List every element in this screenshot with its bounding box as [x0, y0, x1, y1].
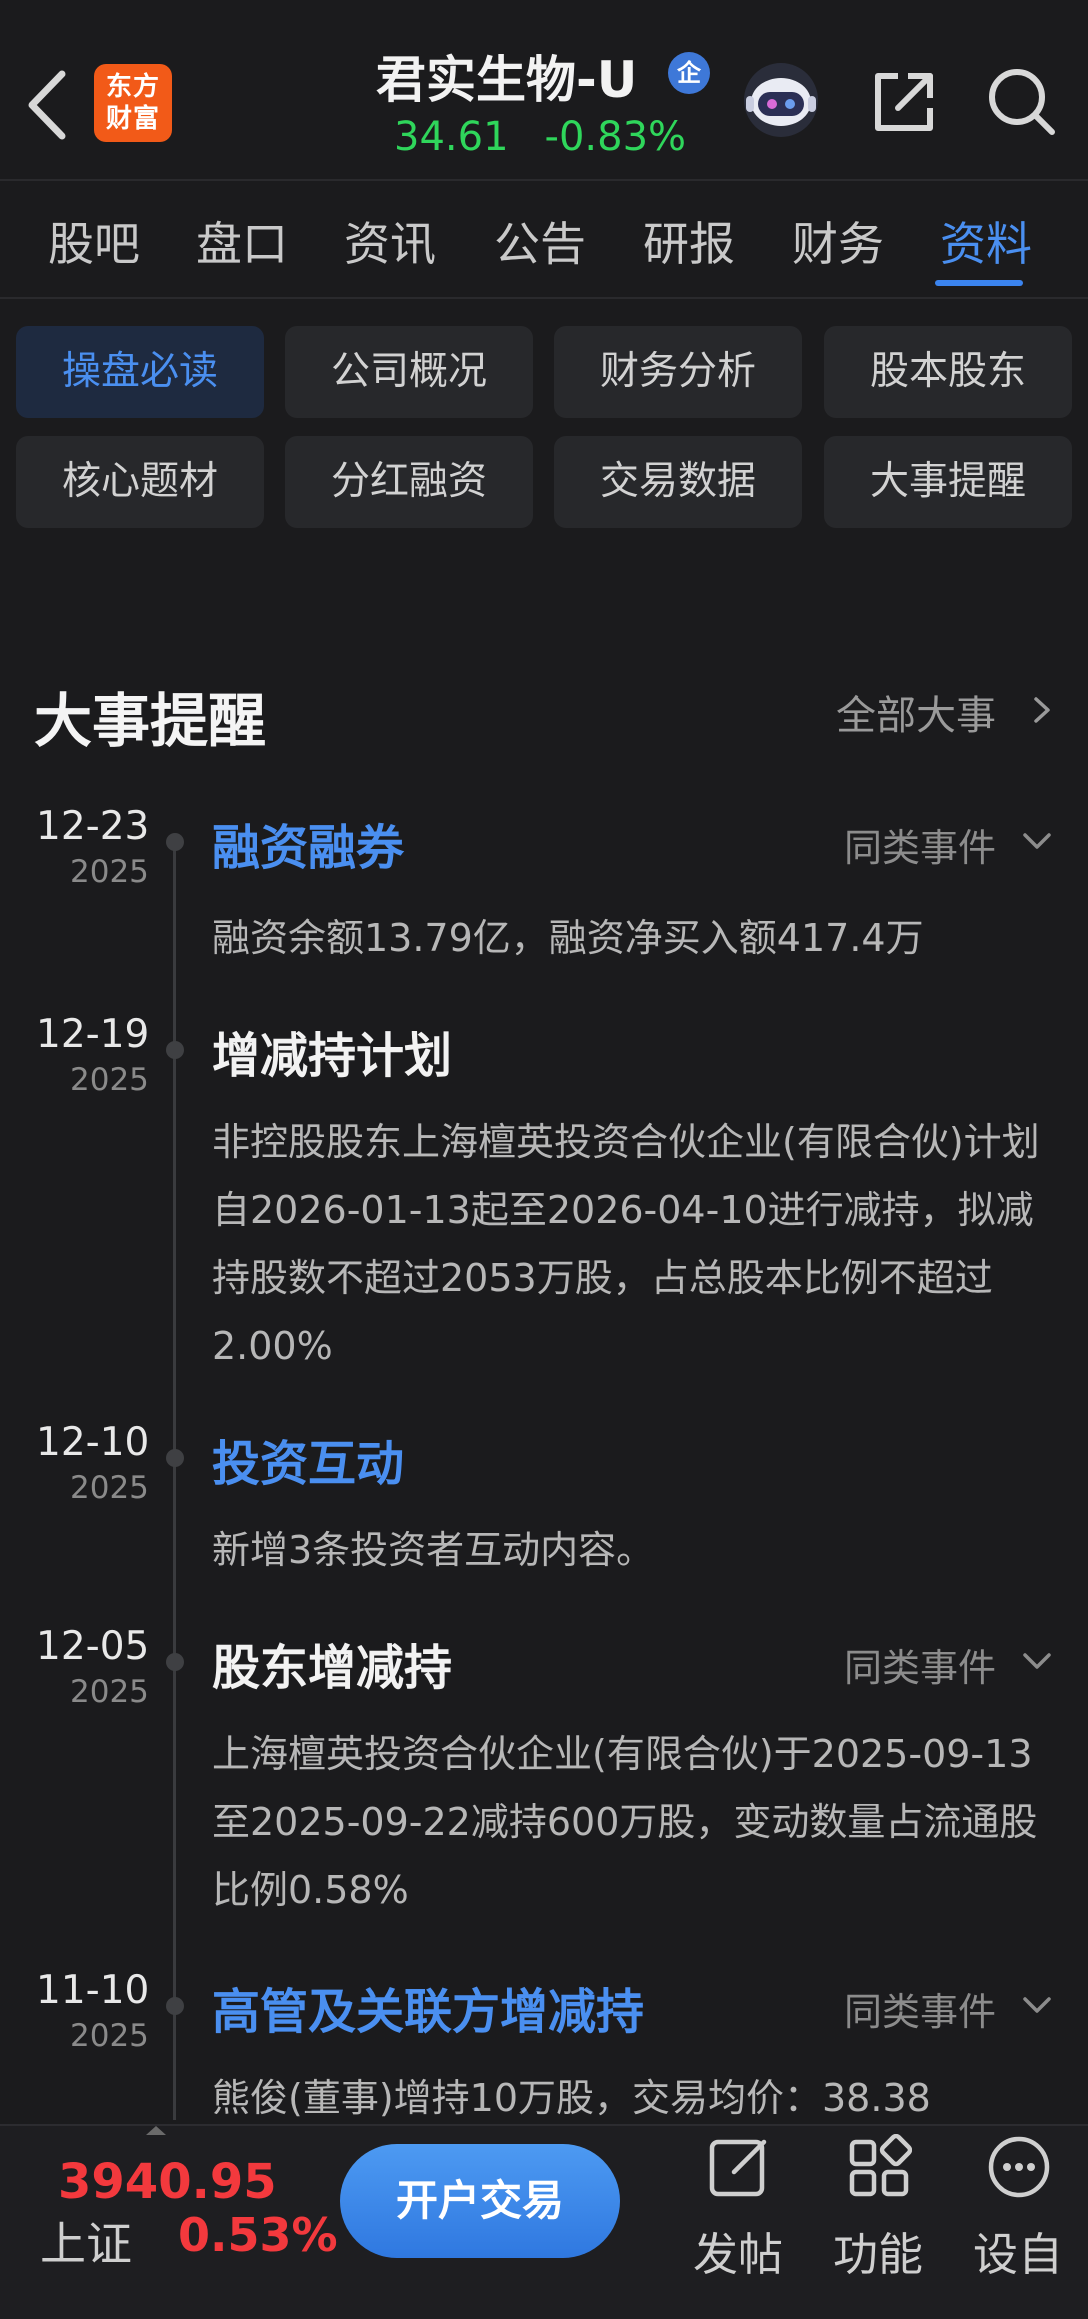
stock-change-pct: -0.83%: [544, 114, 687, 160]
logo-text-line2: 财富: [105, 104, 160, 134]
tabs-divider: [0, 297, 1088, 299]
event-title-link[interactable]: 高管及关联方增减持: [212, 1972, 644, 2042]
stock-name: 君实生物-U: [376, 51, 638, 109]
logo-text-line1: 东方: [105, 72, 160, 102]
app-logo[interactable]: 东方 财富: [94, 64, 172, 142]
similar-events-toggle[interactable]: 同类事件: [844, 817, 996, 872]
event-title-link[interactable]: 投资互动: [212, 1424, 404, 1494]
similar-events-toggle[interactable]: 同类事件: [844, 1637, 996, 1692]
event-date: 12-23: [36, 804, 150, 849]
enterprise-badge: 企: [668, 52, 710, 94]
share-icon[interactable]: [868, 66, 940, 138]
post-label: 发帖: [692, 2228, 783, 2281]
post-button[interactable]: 发帖: [678, 2134, 798, 2281]
chip-trading-essentials[interactable]: 操盘必读: [16, 326, 264, 418]
event-title: 股东增减持: [212, 1640, 453, 1696]
chevron-down-icon[interactable]: [1020, 1994, 1054, 2016]
chip-company-overview[interactable]: 公司概况: [285, 326, 533, 418]
active-tab-indicator: [935, 280, 1023, 286]
timeline-line: [173, 840, 176, 2120]
section-title: 大事提醒: [34, 687, 267, 755]
event-date: 12-10: [36, 1420, 150, 1465]
event-title-link[interactable]: 融资融券: [212, 808, 404, 878]
event-year: 2025: [70, 1062, 149, 1098]
index-value[interactable]: 3940.95: [58, 2154, 277, 2210]
timeline-dot: [166, 1449, 184, 1467]
header: 东方 财富 君实生物-U 企 34.61 -0.83%: [0, 0, 1088, 180]
chip-dividend-financing[interactable]: 分红融资: [285, 436, 533, 528]
tab-bar: 股吧 盘口 资讯 公告 研报 财务 资料: [0, 180, 1088, 298]
chevron-right-icon[interactable]: [1030, 694, 1054, 726]
expand-up-icon[interactable]: [146, 2126, 166, 2135]
timeline-dot: [166, 833, 184, 851]
timeline-dot: [166, 1041, 184, 1059]
event-year: 2025: [70, 854, 149, 890]
chip-shareholders[interactable]: 股本股东: [824, 326, 1072, 418]
index-name[interactable]: 上证: [40, 2208, 132, 2274]
event-year: 2025: [70, 2018, 149, 2054]
function-button[interactable]: 功能: [818, 2134, 938, 2281]
compose-icon: [709, 2139, 767, 2197]
event-description: 上海檀英投资合伙企业(有限合伙)于2025-09-13至2025-09-22减持…: [212, 1732, 1038, 1912]
page: 东方 财富 君实生物-U 企 34.61 -0.83% 股吧 盘口 资讯 公告 …: [0, 0, 1088, 2319]
chevron-down-icon[interactable]: [1020, 830, 1054, 852]
tab-finance[interactable]: 财务: [792, 208, 884, 274]
chip-major-events[interactable]: 大事提醒: [824, 436, 1072, 528]
back-icon[interactable]: [20, 60, 80, 150]
event-description: 融资余额13.79亿，融资净买入额417.4万: [212, 916, 924, 960]
chip-financial-analysis[interactable]: 财务分析: [554, 326, 802, 418]
settings-button[interactable]: 设自: [958, 2134, 1078, 2281]
timeline-dot: [166, 1997, 184, 2015]
event-year: 2025: [70, 1674, 149, 1710]
event-title: 增减持计划: [212, 1028, 453, 1084]
event-description: 熊俊(董事)增持10万股，交易均价：38.38: [212, 2076, 931, 2120]
grid-apps-icon: [849, 2134, 912, 2197]
tab-pankou[interactable]: 盘口: [196, 208, 288, 274]
event-date: 12-05: [36, 1624, 150, 1669]
robot-assistant-icon[interactable]: [738, 60, 824, 140]
event-date: 11-10: [36, 1968, 150, 2013]
tab-announcements[interactable]: 公告: [494, 208, 586, 274]
chip-trading-data[interactable]: 交易数据: [554, 436, 802, 528]
settings-label: 设自: [972, 2228, 1063, 2281]
chevron-down-icon[interactable]: [1020, 1650, 1054, 1672]
price-row: 34.61 -0.83%: [394, 114, 686, 160]
similar-events-toggle[interactable]: 同类事件: [844, 1981, 996, 2036]
chip-core-themes[interactable]: 核心题材: [16, 436, 264, 528]
tab-profile[interactable]: 资料: [940, 208, 1032, 274]
tab-news[interactable]: 资讯: [344, 208, 436, 274]
function-label: 功能: [832, 2228, 923, 2281]
event-date: 12-19: [36, 1012, 150, 1057]
more-dots-icon: [988, 2136, 1050, 2198]
tab-research[interactable]: 研报: [643, 208, 735, 274]
search-icon[interactable]: [984, 64, 1058, 138]
index-change-pct[interactable]: 0.53%: [178, 2208, 338, 2262]
event-description: 新增3条投资者互动内容。: [212, 1528, 655, 1572]
all-events-link[interactable]: 全部大事: [836, 683, 996, 741]
event-description: 非控股股东上海檀英投资合伙企业(有限合伙)计划自2026-01-13起至2026…: [212, 1120, 1040, 1368]
stock-price: 34.61: [394, 114, 509, 160]
timeline-dot: [166, 1653, 184, 1671]
tab-guba[interactable]: 股吧: [48, 208, 140, 274]
event-year: 2025: [70, 1470, 149, 1506]
open-account-trade-button[interactable]: 开户交易: [340, 2144, 620, 2258]
